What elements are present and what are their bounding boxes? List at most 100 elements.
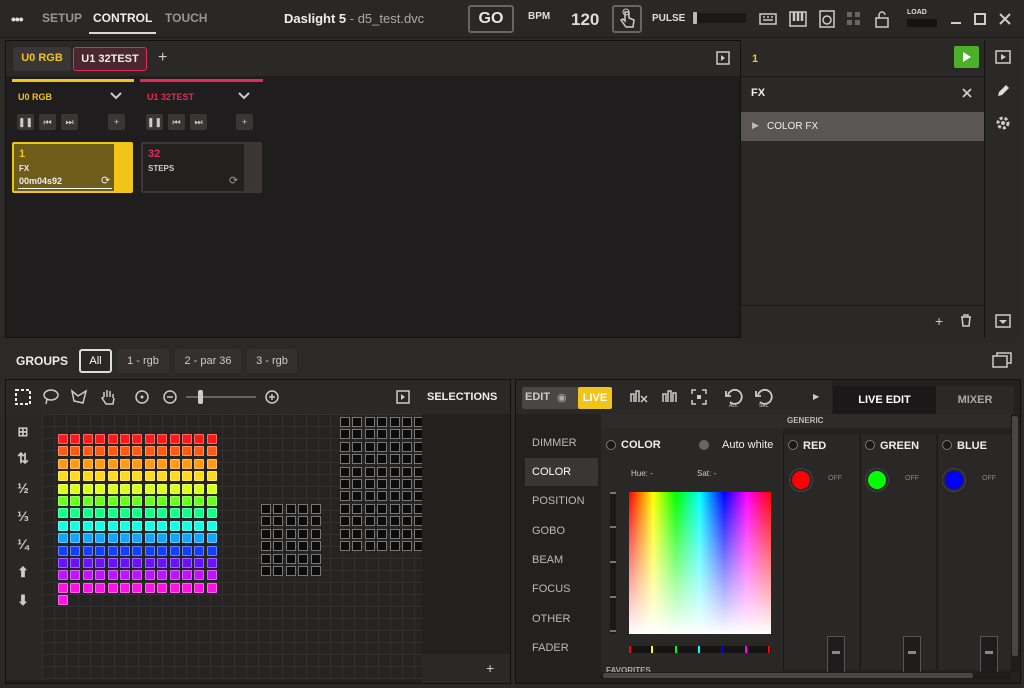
- fixture-cell[interactable]: [82, 582, 93, 593]
- group-3-rgb[interactable]: 3 - rgb: [247, 349, 297, 373]
- fixture-cell[interactable]: [298, 504, 309, 514]
- fixture-cell[interactable]: [157, 508, 168, 519]
- fixture-cell[interactable]: [206, 471, 217, 482]
- fixture-cell[interactable]: [194, 434, 205, 444]
- fixture-cell[interactable]: [169, 434, 180, 444]
- previous-icon[interactable]: ⏮: [39, 114, 56, 130]
- fixture-cell[interactable]: [364, 479, 375, 489]
- fixture-cell[interactable]: [95, 558, 106, 568]
- fixture-cell[interactable]: [144, 545, 155, 556]
- fixture-cell[interactable]: [120, 508, 130, 519]
- fixture-cell[interactable]: [352, 516, 363, 527]
- channel-green-fader[interactable]: [903, 636, 921, 674]
- fixture-cell[interactable]: [107, 533, 118, 544]
- horizontal-scrollbar[interactable]: [601, 672, 1011, 679]
- close-section-icon[interactable]: [961, 87, 973, 99]
- fixture-cell[interactable]: [340, 491, 350, 502]
- fixture-cell[interactable]: [107, 558, 118, 568]
- chevron-down-icon[interactable]: [109, 90, 123, 102]
- fixture-cell[interactable]: [194, 520, 205, 531]
- speaker-icon[interactable]: [818, 10, 836, 28]
- fixture-cell[interactable]: [352, 528, 363, 539]
- fixture-cell[interactable]: [285, 541, 296, 552]
- fixture-cell[interactable]: [377, 479, 388, 489]
- fixture-cell[interactable]: [95, 520, 106, 531]
- fixture-cell[interactable]: [70, 446, 81, 457]
- fixture-cell[interactable]: [169, 458, 180, 469]
- fixture-cell[interactable]: [120, 471, 130, 482]
- fixture-cell[interactable]: [82, 533, 93, 544]
- fixture-cell[interactable]: [352, 441, 363, 452]
- fixture-cell[interactable]: [194, 458, 205, 469]
- half-icon[interactable]: ½: [14, 480, 32, 496]
- mode-toggle[interactable]: EDIT ◉ LIVE: [522, 387, 612, 409]
- channel-red-swatch[interactable]: [790, 469, 812, 491]
- fixture-cell[interactable]: [120, 496, 130, 506]
- fixture-cell[interactable]: [194, 446, 205, 457]
- fixture-cell[interactable]: [82, 558, 93, 568]
- fixture-cell[interactable]: [364, 429, 375, 440]
- fixture-cell[interactable]: [389, 528, 400, 539]
- gear-icon[interactable]: [995, 115, 1011, 131]
- zoom-slider-thumb[interactable]: [198, 390, 203, 404]
- tab-mixer[interactable]: MIXER: [936, 386, 1014, 414]
- fixture-cell[interactable]: [120, 446, 130, 457]
- cue-card-1[interactable]: 32 STEPS ⟳: [141, 142, 262, 193]
- go-button[interactable]: GO: [468, 5, 514, 33]
- previous-icon[interactable]: ⏮: [168, 114, 185, 130]
- fixture-cell[interactable]: [107, 458, 118, 469]
- expand-panel-icon[interactable]: [396, 390, 410, 404]
- fixture-cell[interactable]: [144, 458, 155, 469]
- fixture-cell[interactable]: [120, 458, 130, 469]
- video-icon[interactable]: [995, 50, 1011, 64]
- fixture-cell[interactable]: [132, 496, 143, 506]
- fixture-cell[interactable]: [389, 516, 400, 527]
- fixture-cell[interactable]: [377, 516, 388, 527]
- fixture-cell[interactable]: [389, 491, 400, 502]
- fixture-cell[interactable]: [273, 553, 284, 564]
- more-dots-icon[interactable]: •••: [11, 11, 24, 27]
- fixture-cell[interactable]: [352, 417, 363, 427]
- fixture-cell[interactable]: [95, 570, 106, 581]
- sidebar-item-color-fx[interactable]: ▶ COLOR FX: [741, 112, 984, 141]
- fixture-cell[interactable]: [389, 503, 400, 514]
- next-icon[interactable]: ⏭: [61, 114, 78, 130]
- fixture-cell[interactable]: [194, 471, 205, 482]
- fixture-cell[interactable]: [182, 483, 192, 494]
- fixture-cell[interactable]: [310, 504, 321, 514]
- fixture-cell[interactable]: [182, 533, 192, 544]
- attribute-gobo[interactable]: GOBO: [532, 525, 565, 537]
- fixture-cell[interactable]: [261, 516, 271, 527]
- attribute-fader[interactable]: FADER: [532, 642, 569, 654]
- add-universe-icon[interactable]: +: [158, 49, 167, 67]
- fixture-cell[interactable]: [377, 466, 388, 477]
- fixture-channels-icon[interactable]: [660, 388, 682, 406]
- fixture-cell[interactable]: [169, 545, 180, 556]
- fixture-cell[interactable]: [377, 503, 388, 514]
- attribute-dimmer[interactable]: DIMMER: [532, 437, 577, 449]
- zoom-in-icon[interactable]: [263, 388, 281, 406]
- fixture-cell[interactable]: [194, 545, 205, 556]
- fixture-cell[interactable]: [144, 496, 155, 506]
- fixture-cell[interactable]: [298, 566, 309, 576]
- attribute-beam[interactable]: BEAM: [532, 554, 563, 566]
- fixture-cell[interactable]: [377, 429, 388, 440]
- fixture-cell[interactable]: [58, 496, 68, 506]
- arrow-up-icon[interactable]: ⬆: [14, 564, 32, 581]
- chevron-down-icon[interactable]: [237, 90, 251, 102]
- fixture-cell[interactable]: [70, 496, 81, 506]
- zoom-out-icon[interactable]: [161, 388, 179, 406]
- focus-frame-icon[interactable]: [690, 388, 708, 406]
- fixture-cell[interactable]: [389, 541, 400, 551]
- polygon-select-icon[interactable]: [70, 388, 88, 406]
- channel-blue-radio[interactable]: [942, 440, 952, 450]
- fixture-cell[interactable]: [58, 582, 68, 593]
- fixture-cell[interactable]: [120, 582, 130, 593]
- maximize-icon[interactable]: [971, 10, 989, 28]
- channel-red-fader[interactable]: [827, 636, 845, 674]
- fixture-cell[interactable]: [58, 471, 68, 482]
- fixture-cell[interactable]: [340, 441, 350, 452]
- fixture-cell[interactable]: [132, 582, 143, 593]
- fixture-cell[interactable]: [402, 491, 412, 502]
- fixture-cell[interactable]: [285, 516, 296, 527]
